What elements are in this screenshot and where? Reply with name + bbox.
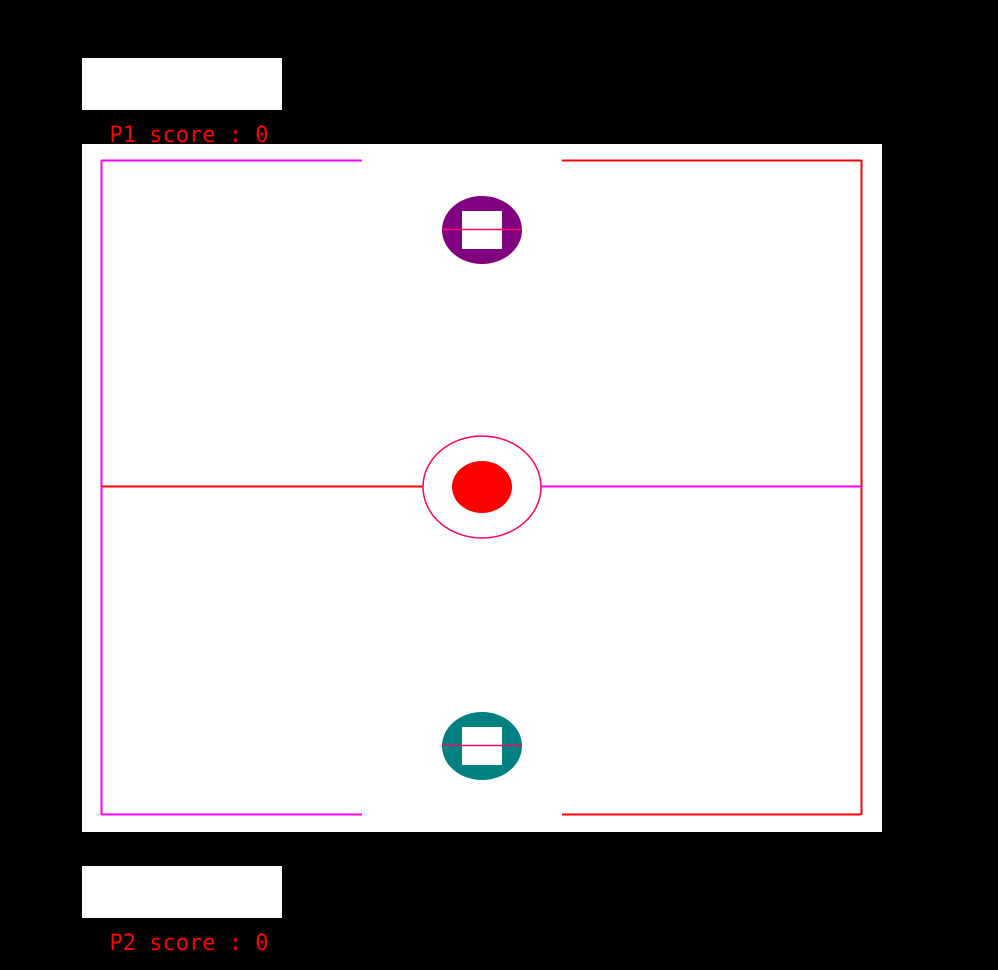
p2-score-text: P2 score : 0 [109, 931, 269, 956]
p1-mallet [442, 196, 522, 264]
p1-score: P1 score : 0 [82, 58, 282, 148]
p2-score: P2 score : 0 [82, 866, 282, 956]
p2-mallet [442, 712, 522, 780]
air-hockey-table [82, 144, 882, 832]
puck [452, 461, 512, 513]
